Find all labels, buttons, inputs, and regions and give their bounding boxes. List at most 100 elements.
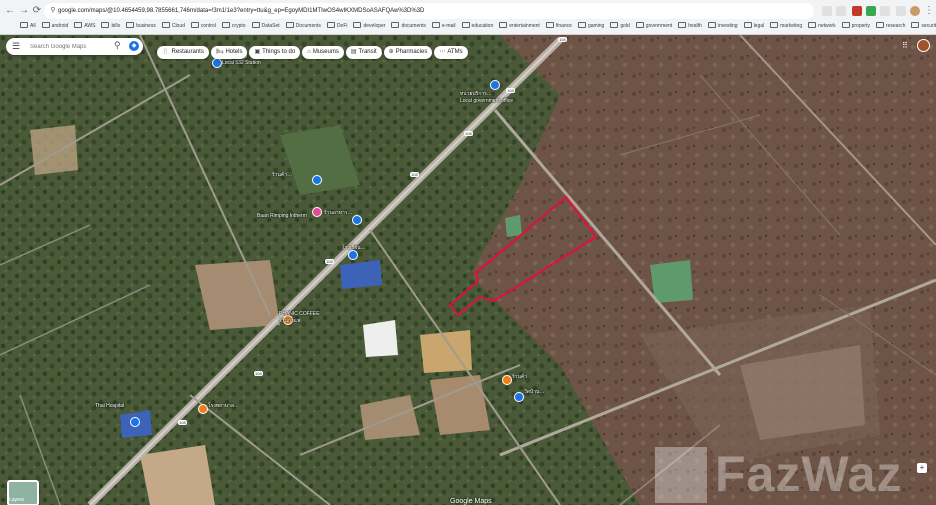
bookmark-item[interactable]: health xyxy=(678,20,702,33)
bookmark-item[interactable]: Cloud xyxy=(161,20,185,33)
folder-icon xyxy=(635,22,644,28)
extension-icon[interactable] xyxy=(896,6,906,16)
place-label[interactable]: โรงพยาบาล… xyxy=(208,402,239,410)
extension-icon[interactable] xyxy=(822,6,832,16)
chip-hotels[interactable]: 🛏 Hotels xyxy=(210,46,248,59)
menu-dots-icon[interactable]: ⋮ xyxy=(923,5,935,17)
bookmark-label: education xyxy=(471,23,494,29)
bookmark-item[interactable]: network xyxy=(808,20,836,33)
bookmark-item[interactable]: marketing xyxy=(770,20,802,33)
place-pin-icon[interactable] xyxy=(198,404,208,414)
bookmark-item[interactable]: finance xyxy=(545,20,572,33)
extension-icon[interactable] xyxy=(880,6,890,16)
place-label[interactable]: ร้านอาหาร… xyxy=(324,209,353,217)
bookmark-item[interactable]: Documents xyxy=(285,20,321,33)
folder-icon xyxy=(678,22,687,28)
bookmark-item[interactable]: AWS xyxy=(74,20,95,33)
folder-icon xyxy=(221,22,230,28)
forward-icon[interactable]: → xyxy=(18,5,30,17)
place-label[interactable]: Thai Hospital xyxy=(95,403,124,409)
google-apps-icon[interactable]: ⠿ xyxy=(902,41,908,50)
bookmark-item[interactable]: investing xyxy=(707,20,738,33)
place-pin-icon[interactable] xyxy=(514,392,524,402)
chip-icon: ⌂ xyxy=(307,49,311,55)
profile-icon[interactable] xyxy=(910,6,920,16)
map-canvas[interactable]: 108 108 108 108 108 108 108 Gas stationL… xyxy=(0,35,936,505)
bookmark-item[interactable]: property xyxy=(841,20,870,33)
bookmark-item[interactable]: control xyxy=(190,20,216,33)
place-label[interactable]: ร้านค้า… xyxy=(272,171,292,179)
place-label[interactable]: วัดบ้าน… xyxy=(524,388,544,396)
extension-icon[interactable] xyxy=(866,6,876,16)
chip-icon: 🍴 xyxy=(162,49,170,55)
chip-things-to-do[interactable]: ▣ Things to do xyxy=(249,46,301,59)
chip-label: Museums xyxy=(312,49,339,55)
place-pin-icon[interactable] xyxy=(352,215,362,225)
layers-label: Layers xyxy=(9,497,25,503)
folder-icon xyxy=(101,22,110,28)
bookmark-item[interactable]: crypto xyxy=(221,20,246,33)
bookmark-label: Cloud xyxy=(171,23,185,29)
bookmark-item[interactable]: security xyxy=(911,20,936,33)
place-pin-icon[interactable] xyxy=(212,58,222,68)
chip-pharmacies[interactable]: ⊕ Pharmacies xyxy=(383,46,433,59)
bookmark-item[interactable]: gaming xyxy=(577,20,604,33)
address-bar[interactable]: ⚲ google.com/maps/@10.4654459,98.7855661,… xyxy=(44,3,814,19)
bookmark-label: health xyxy=(688,23,702,29)
bookmark-item[interactable]: entertainment xyxy=(499,20,540,33)
place-pin-icon[interactable] xyxy=(502,375,512,385)
chip-transit[interactable]: ▤ Transit xyxy=(345,46,382,59)
bookmark-label: network xyxy=(818,23,836,29)
place-pin-icon[interactable] xyxy=(490,80,500,90)
extension-icon[interactable] xyxy=(852,6,862,16)
chip-label: Restaurants xyxy=(171,49,204,55)
satellite-imagery[interactable] xyxy=(0,35,936,505)
search-box[interactable]: ☰ ⚲ ◆ xyxy=(6,38,143,55)
bookmark-item[interactable]: education xyxy=(461,20,494,33)
bookmark-item[interactable]: android xyxy=(41,20,68,33)
bookmark-item[interactable]: All xyxy=(20,20,36,33)
place-label[interactable]: Baan Rimping Intherm xyxy=(257,213,307,219)
back-icon[interactable]: ← xyxy=(4,5,16,17)
bookmark-item[interactable]: government xyxy=(635,20,672,33)
place-label[interactable]: PHANIC COFFEE ร้านกาแฟ xyxy=(279,311,320,325)
avatar[interactable] xyxy=(917,39,930,52)
bookmark-item[interactable]: research xyxy=(875,20,906,33)
road-shield: 108 xyxy=(410,172,419,177)
place-pin-icon[interactable] xyxy=(130,417,140,427)
reload-icon[interactable]: ⟳ xyxy=(31,5,43,17)
place-label[interactable]: โรงเรียน… xyxy=(342,244,366,252)
bookmark-item[interactable]: DeFi xyxy=(326,20,347,33)
road-shield: 108 xyxy=(254,371,263,376)
bookmark-item[interactable]: documents xyxy=(391,20,426,33)
place-pin-icon[interactable] xyxy=(312,175,322,185)
bookmark-item[interactable]: business xyxy=(126,20,156,33)
folder-icon xyxy=(391,22,400,28)
bookmark-item[interactable]: bills xyxy=(101,20,120,33)
bookmark-item[interactable]: developer xyxy=(353,20,385,33)
search-input[interactable] xyxy=(28,40,112,54)
place-pin-icon[interactable] xyxy=(312,207,322,217)
directions-icon[interactable]: ◆ xyxy=(129,41,139,51)
chip-atms[interactable]: ⋯ ATMs xyxy=(434,46,468,59)
bookmark-item[interactable]: gold xyxy=(610,20,630,33)
bookmark-item[interactable]: e-mail xyxy=(431,20,456,33)
bookmark-label: research xyxy=(885,23,906,29)
bookmark-item[interactable]: legal xyxy=(743,20,764,33)
folder-icon xyxy=(841,22,850,28)
site-info-icon[interactable]: ⚲ xyxy=(48,3,58,19)
bookmark-label: control xyxy=(200,23,216,29)
chip-restaurants[interactable]: 🍴 Restaurants xyxy=(157,46,209,59)
bookmark-item[interactable]: DataSet xyxy=(251,20,280,33)
place-label[interactable]: หน่วยบริการ… Local government office xyxy=(460,90,513,104)
menu-icon[interactable]: ☰ xyxy=(12,42,20,51)
place-name: วัดบ้าน… xyxy=(524,389,545,395)
search-icon[interactable]: ⚲ xyxy=(114,40,121,51)
folder-icon xyxy=(770,22,779,28)
chip-museums[interactable]: ⌂ Museums xyxy=(302,46,344,59)
place-label[interactable]: ร้านค้า xyxy=(512,373,527,381)
place-name: ร้านค้า… xyxy=(272,172,293,178)
chip-icon: ⊕ xyxy=(388,49,394,55)
folder-icon xyxy=(911,22,920,28)
star-icon[interactable] xyxy=(836,6,846,16)
